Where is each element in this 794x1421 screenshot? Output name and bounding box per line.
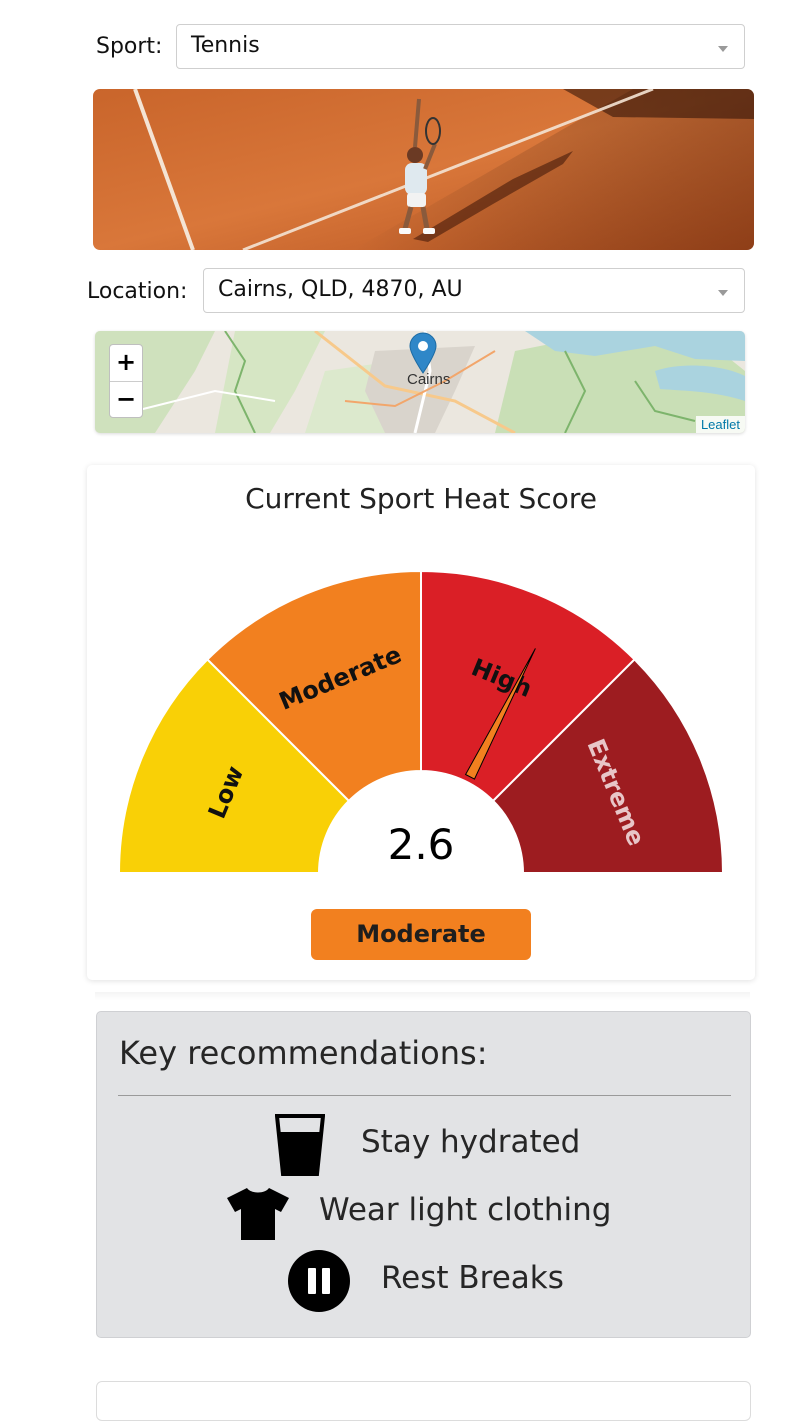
location-select-value: Cairns, QLD, 4870, AU	[218, 277, 463, 302]
map-place-label: Cairns	[407, 371, 451, 388]
pause-icon	[288, 1250, 350, 1312]
chevron-down-icon	[718, 290, 728, 296]
heat-level-badge: Moderate	[311, 909, 531, 960]
recommendations-panel: Key recommendations: Stay hydrated Wear …	[96, 1011, 751, 1338]
recommendations-title: Key recommendations:	[119, 1034, 488, 1072]
heat-score-card: Current Sport Heat Score Low Moderate High…	[87, 465, 755, 980]
glass-icon	[275, 1114, 325, 1176]
heat-score-gauge: LowModerate HighExtreme2.6	[117, 569, 725, 874]
next-card	[96, 1381, 751, 1421]
zoom-in-button[interactable]: +	[110, 345, 142, 382]
recommendation-stay-hydrated: Stay hydrated	[361, 1124, 581, 1160]
sport-label: Sport:	[96, 34, 163, 59]
tennis-player-image	[93, 89, 754, 250]
map-marker-icon[interactable]	[408, 332, 438, 374]
chevron-down-icon	[718, 46, 728, 52]
leaflet-attribution-link[interactable]: Leaflet	[695, 416, 745, 433]
gauge-value: 2.6	[388, 820, 455, 869]
recommendations-divider	[118, 1095, 731, 1096]
location-select[interactable]: Cairns, QLD, 4870, AU	[203, 268, 745, 313]
map-zoom-control: + −	[109, 344, 143, 418]
location-map[interactable]: + − Cairns Leaflet	[95, 331, 745, 433]
sport-select-value: Tennis	[191, 33, 260, 58]
zoom-out-button[interactable]: −	[110, 382, 142, 418]
location-label: Location:	[87, 279, 188, 304]
recommendation-rest-breaks: Rest Breaks	[381, 1260, 564, 1296]
sport-hero-image	[93, 89, 754, 250]
sport-select[interactable]: Tennis	[176, 24, 745, 69]
section-divider	[95, 992, 750, 1000]
tshirt-icon	[227, 1188, 289, 1240]
recommendation-wear-light-clothing: Wear light clothing	[319, 1192, 612, 1228]
